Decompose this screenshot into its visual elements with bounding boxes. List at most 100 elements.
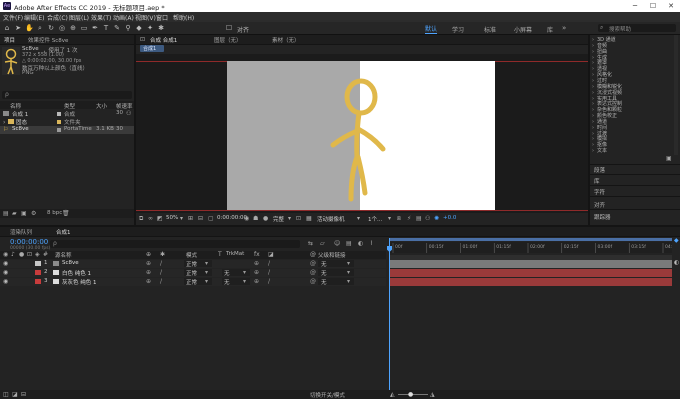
views-dropdown[interactable]: 1个... bbox=[368, 215, 382, 223]
panel-align[interactable]: 对齐 bbox=[594, 201, 605, 209]
resolution-dropdown[interactable]: 完整 bbox=[273, 215, 284, 223]
fx-icon[interactable]: ⊕ bbox=[254, 278, 259, 285]
chevron-down-icon[interactable]: ▾ bbox=[347, 278, 350, 285]
chevron-down-icon[interactable]: ▾ bbox=[347, 269, 350, 276]
zoom-in-icon[interactable]: ◮ bbox=[430, 391, 435, 398]
trash-icon[interactable]: 🗑 bbox=[62, 210, 70, 217]
lock-column-icon[interactable]: ⊡ bbox=[27, 251, 32, 258]
layer-name[interactable]: 灰灰色 纯色 1 bbox=[62, 278, 97, 286]
roto-tool-icon[interactable]: ✦ bbox=[146, 24, 154, 32]
puppet-tool-icon[interactable]: ✱ bbox=[157, 24, 165, 32]
frame-blending-icon[interactable]: ▤ bbox=[346, 240, 352, 247]
brush-tool-icon[interactable]: ✎ bbox=[113, 24, 121, 32]
switches-icon[interactable]: ⊕ bbox=[146, 251, 151, 258]
snap-checkbox[interactable]: ☐ bbox=[225, 24, 233, 32]
new-folder-icon[interactable]: ▰ bbox=[12, 210, 17, 217]
hand-tool-icon[interactable]: ✋ bbox=[25, 24, 34, 32]
layer-name[interactable]: 白色 纯色 1 bbox=[62, 269, 91, 277]
list-item[interactable]: ⚐ Sc8ve PortaTime 3.1 KB 30 bbox=[0, 126, 134, 134]
switch-icon[interactable]: ⊕ bbox=[146, 260, 151, 267]
in-out-toggle-icon[interactable]: ⊟ bbox=[21, 391, 26, 398]
column-type[interactable]: 类型 bbox=[64, 102, 75, 110]
chevron-down-icon[interactable]: ▾ bbox=[243, 278, 246, 285]
label-color-swatch[interactable] bbox=[35, 261, 41, 266]
fx-icon[interactable]: ⊕ bbox=[254, 269, 259, 276]
fast-preview-icon[interactable]: ⚡ bbox=[407, 215, 411, 222]
camera-dropdown[interactable]: 活动摄像机 bbox=[317, 215, 345, 223]
pen-tool-icon[interactable]: ✒ bbox=[91, 24, 99, 32]
region-icon[interactable]: ◩ bbox=[157, 215, 163, 222]
switch-icon[interactable]: / bbox=[268, 278, 270, 285]
timeline-scroll-handle[interactable]: ◆ ◐ bbox=[674, 237, 680, 266]
tab-footage[interactable]: 素材（无） bbox=[272, 36, 300, 44]
switch-icon[interactable]: / bbox=[268, 269, 270, 276]
tab-composition-timeline[interactable]: 合成1 bbox=[56, 228, 71, 236]
eye-icon[interactable]: ◉ bbox=[3, 260, 8, 267]
transfer-controls-toggle-icon[interactable]: ◪ bbox=[12, 391, 18, 398]
workspace-library[interactable]: 库 bbox=[547, 25, 553, 34]
exposure-value[interactable]: +0.0 bbox=[443, 215, 456, 221]
tab-composition[interactable]: 合成 合成1 bbox=[150, 36, 177, 44]
eye-icon[interactable]: ◉ bbox=[3, 269, 8, 276]
composition-chip[interactable]: 合成1 bbox=[140, 45, 164, 52]
column-size[interactable]: 大小 bbox=[96, 102, 107, 110]
tab-effect-controls[interactable]: 效果控件 Sc8ve bbox=[28, 36, 68, 44]
panel-paragraph[interactable]: 段落 bbox=[594, 166, 605, 174]
fx-icon[interactable]: fx bbox=[254, 251, 260, 258]
preserve-transparency-icon[interactable]: T bbox=[218, 251, 222, 258]
show-snapshot-icon[interactable]: ☗ bbox=[253, 215, 258, 222]
panel-library[interactable]: 库 bbox=[594, 177, 600, 185]
layer-switches-toggle-icon[interactable]: ◫ bbox=[3, 391, 9, 398]
zoom-out-icon[interactable]: ◭ bbox=[390, 391, 395, 398]
clone-tool-icon[interactable]: ⚲ bbox=[124, 24, 132, 32]
column-source-name[interactable]: 源名称 bbox=[55, 251, 72, 259]
pixel-aspect-icon[interactable]: ⧈ bbox=[397, 215, 401, 223]
switches-icon[interactable]: ◪ bbox=[268, 251, 274, 258]
chevron-down-icon[interactable]: ▾ bbox=[388, 215, 391, 222]
layer-duration-bar[interactable] bbox=[389, 269, 672, 277]
fx-icon[interactable]: ⊕ bbox=[254, 260, 259, 267]
table-row[interactable]: ◉ 2 白色 纯色 1 ⊕ / 正常 ▾ 无 ▾ ⊕ / @ 无 ▾ bbox=[0, 269, 386, 277]
switch-icon[interactable]: ⊕ bbox=[146, 269, 151, 276]
timeline-icon[interactable]: ▤ bbox=[416, 215, 422, 222]
chevron-down-icon[interactable]: ▾ bbox=[347, 260, 350, 267]
audio-icon[interactable]: ♪ bbox=[11, 251, 15, 258]
chevron-down-icon[interactable]: ▾ bbox=[180, 215, 183, 222]
motion-blur-icon[interactable]: ◐ bbox=[358, 240, 363, 247]
parent-pickwhip-icon[interactable]: @ bbox=[310, 260, 316, 267]
switch-icon[interactable]: / bbox=[160, 269, 162, 276]
list-item[interactable]: › 固态 文件夹 bbox=[0, 118, 134, 126]
current-time-indicator[interactable] bbox=[389, 238, 390, 399]
work-area-bar[interactable] bbox=[389, 238, 672, 241]
chevron-down-icon[interactable]: ▾ bbox=[288, 215, 291, 222]
workspace-more-icon[interactable]: » bbox=[562, 24, 566, 32]
project-settings-icon[interactable]: ⚙ bbox=[31, 210, 36, 217]
switches-icon[interactable]: ✱ bbox=[160, 251, 165, 258]
safe-zones-icon[interactable]: ▢ bbox=[208, 215, 214, 222]
timeline-graph-area[interactable]: 00f 00:15f 01:00f 01:15f 02:00f 02:15f 03:00f 0… bbox=[386, 237, 680, 399]
pan-behind-tool-icon[interactable]: ⊕ bbox=[69, 24, 77, 32]
switch-icon[interactable]: / bbox=[160, 260, 162, 267]
eye-icon[interactable]: ◉ bbox=[3, 278, 8, 285]
guides-icon[interactable]: ⊞ bbox=[188, 215, 193, 222]
switch-icon[interactable]: / bbox=[160, 278, 162, 285]
chevron-down-icon[interactable]: ▾ bbox=[205, 260, 208, 267]
minimize-icon[interactable]: ─ bbox=[626, 0, 644, 12]
help-search-box[interactable]: ⌕ 搜索帮助 bbox=[598, 24, 676, 33]
table-row[interactable]: ◉ 3 灰灰色 纯色 1 ⊕ / 正常 ▾ 无 ▾ ⊕ / @ 无 ▾ bbox=[0, 278, 386, 286]
bit-depth-label[interactable]: 8 bpc bbox=[47, 210, 62, 216]
exposure-icon[interactable]: ✺ bbox=[434, 215, 439, 222]
timeline-timecode[interactable]: 0:00:00:00 bbox=[10, 238, 48, 246]
menu-window[interactable]: 窗口 bbox=[156, 13, 168, 22]
workspace-default[interactable]: 默认 bbox=[425, 24, 438, 34]
layer-name[interactable]: Sc8ve bbox=[62, 260, 79, 268]
type-tool-icon[interactable]: T bbox=[102, 24, 110, 32]
flowchart-icon[interactable]: ⚇ bbox=[126, 110, 131, 117]
tab-render-queue[interactable]: 渲染队列 bbox=[10, 228, 32, 236]
close-icon[interactable]: ✕ bbox=[662, 0, 680, 12]
effect-category[interactable]: › 文本 bbox=[592, 147, 607, 154]
tab-layer[interactable]: 图层（无） bbox=[214, 36, 242, 44]
lock-icon[interactable]: ⊡ bbox=[140, 36, 145, 43]
draft-3d-icon[interactable]: ▱ bbox=[320, 240, 325, 247]
shape-tool-icon[interactable]: ▭ bbox=[80, 24, 88, 32]
